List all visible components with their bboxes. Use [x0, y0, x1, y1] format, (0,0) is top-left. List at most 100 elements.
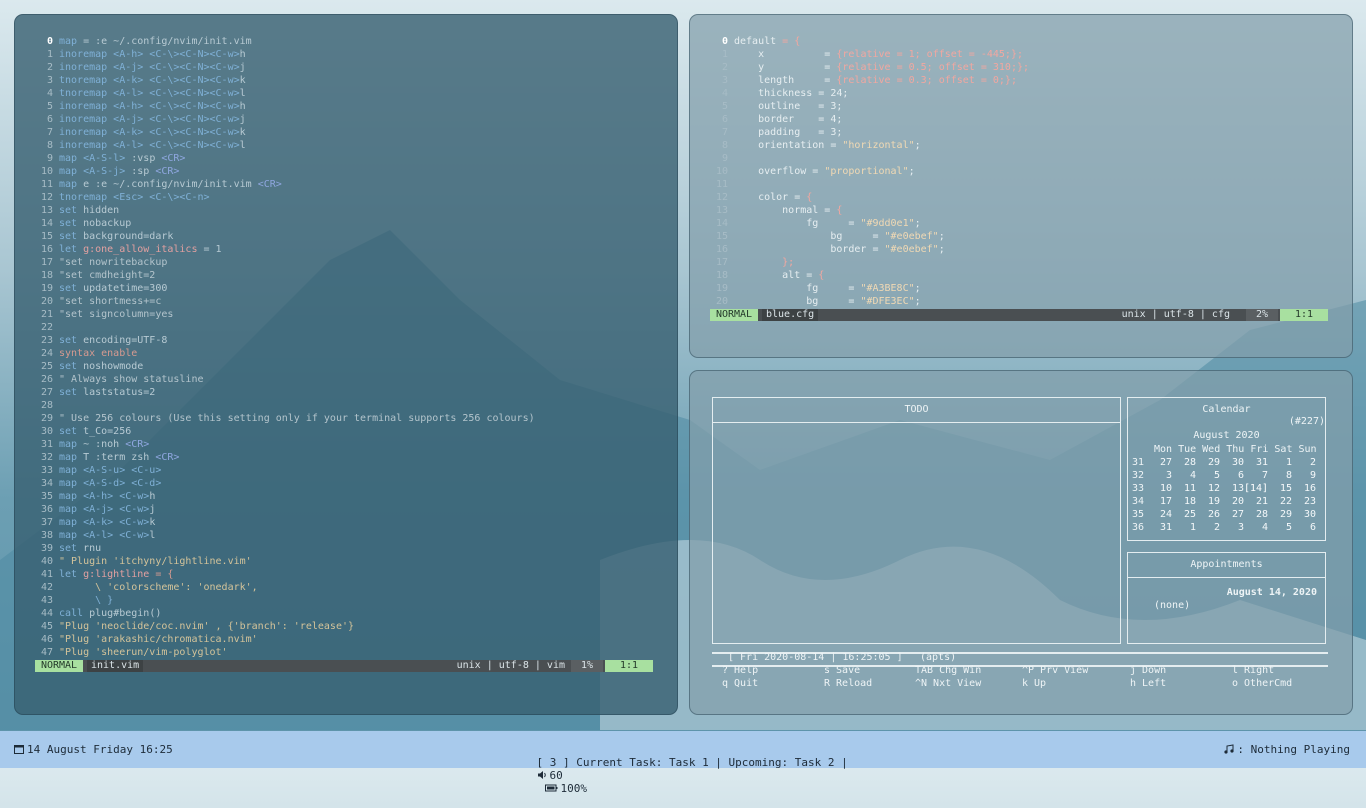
- code-line[interactable]: 4 tnoremap <A-l> <C-\><C-N><C-w>l: [35, 87, 657, 100]
- calendar-day[interactable]: 3: [1148, 469, 1172, 482]
- code-line[interactable]: 33 map <A-S-u> <C-u>: [35, 464, 657, 477]
- clock-widget[interactable]: 14 August Friday 16:25: [14, 743, 173, 756]
- code-line[interactable]: 35 map <A-h> <C-w>h: [35, 490, 657, 503]
- calendar-day[interactable]: 12: [1196, 482, 1220, 495]
- calendar-day[interactable]: 31: [1148, 521, 1172, 534]
- code-line[interactable]: 13 set hidden: [35, 204, 657, 217]
- calendar-day[interactable]: 30: [1292, 508, 1316, 521]
- code-line[interactable]: 16 let g:one_allow_italics = 1: [35, 243, 657, 256]
- calendar-day[interactable]: 18: [1172, 495, 1196, 508]
- music-widget[interactable]: : Nothing Playing: [1224, 743, 1350, 756]
- code-line[interactable]: 15 set background=dark: [35, 230, 657, 243]
- code-line[interactable]: 46 "Plug 'arakashic/chromatica.nvim': [35, 633, 657, 646]
- calendar-day[interactable]: 6: [1292, 521, 1316, 534]
- code-line[interactable]: 14 fg = "#9dd0e1";: [710, 217, 1332, 230]
- code-line[interactable]: 43 \ }: [35, 594, 657, 607]
- code-line[interactable]: 8 orientation = "horizontal";: [710, 139, 1332, 152]
- calendar-panel[interactable]: Calendar (#227) August 2020 Mon Tue Wed …: [1127, 397, 1326, 541]
- code-line[interactable]: 18 "set cmdheight=2: [35, 269, 657, 282]
- calendar-day[interactable]: 22: [1268, 495, 1292, 508]
- code-line[interactable]: 2 inoremap <A-j> <C-\><C-N><C-w>j: [35, 61, 657, 74]
- code-line[interactable]: 5 outline = 3;: [710, 100, 1332, 113]
- code-line[interactable]: 13 normal = {: [710, 204, 1332, 217]
- code-line[interactable]: 19 fg = "#A3BE8C";: [710, 282, 1332, 295]
- code-line[interactable]: 29 " Use 256 colours (Use this setting on…: [35, 412, 657, 425]
- calendar-day[interactable]: 25: [1172, 508, 1196, 521]
- code-line[interactable]: 23 set encoding=UTF-8: [35, 334, 657, 347]
- appointments-panel[interactable]: Appointments August 14, 2020 (none): [1127, 552, 1326, 644]
- code-line[interactable]: 24 syntax enable: [35, 347, 657, 360]
- code-line[interactable]: 42 \ 'colorscheme': 'onedark',: [35, 581, 657, 594]
- calendar-day[interactable]: 28: [1172, 456, 1196, 469]
- calendar-day[interactable]: 13: [1220, 482, 1244, 495]
- code-line[interactable]: 38 map <A-l> <C-w>l: [35, 529, 657, 542]
- calendar-day[interactable]: 1: [1268, 456, 1292, 469]
- code-line[interactable]: 3 length = {relative = 0.3; offset = 0;}…: [710, 74, 1332, 87]
- code-line[interactable]: 2 y = {relative = 0.5; offset = 310;};: [710, 61, 1332, 74]
- calendar-day[interactable]: 17: [1148, 495, 1172, 508]
- calendar-day[interactable]: 2: [1196, 521, 1220, 534]
- code-line[interactable]: 20 "set shortmess+=c: [35, 295, 657, 308]
- code-line[interactable]: 5 inoremap <A-h> <C-\><C-N><C-w>h: [35, 100, 657, 113]
- code-line[interactable]: 12 color = {: [710, 191, 1332, 204]
- code-line[interactable]: 21 "set signcolumn=yes: [35, 308, 657, 321]
- calendar-day[interactable]: 26: [1196, 508, 1220, 521]
- calendar-day[interactable]: 9: [1292, 469, 1316, 482]
- code-line[interactable]: 9: [710, 152, 1332, 165]
- calendar-day[interactable]: 20: [1220, 495, 1244, 508]
- code-line[interactable]: 15 bg = "#e0ebef";: [710, 230, 1332, 243]
- calendar-day[interactable]: 19: [1196, 495, 1220, 508]
- code-line[interactable]: 22: [35, 321, 657, 334]
- code-line[interactable]: 27 set laststatus=2: [35, 386, 657, 399]
- calendar-day[interactable]: 6: [1220, 469, 1244, 482]
- code-line[interactable]: 25 set noshowmode: [35, 360, 657, 373]
- calendar-day[interactable]: 15: [1268, 482, 1292, 495]
- calendar-day[interactable]: 7: [1244, 469, 1268, 482]
- code-line[interactable]: 19 set updatetime=300: [35, 282, 657, 295]
- calendar-day[interactable]: 11: [1172, 482, 1196, 495]
- calcurse-window[interactable]: TODO Calendar (#227) August 2020 Mon Tue…: [689, 370, 1353, 715]
- code-line[interactable]: 3 tnoremap <A-k> <C-\><C-N><C-w>k: [35, 74, 657, 87]
- calendar-day[interactable]: 29: [1268, 508, 1292, 521]
- editor-buffer[interactable]: 0 default = {1 x = {relative = 1; offset …: [710, 35, 1332, 308]
- calendar-day[interactable]: 24: [1148, 508, 1172, 521]
- code-line[interactable]: 12 tnoremap <Esc> <C-\><C-n>: [35, 191, 657, 204]
- code-line[interactable]: 4 thickness = 24;: [710, 87, 1332, 100]
- code-line[interactable]: 26 " Always show statusline: [35, 373, 657, 386]
- calendar-day[interactable]: 10: [1148, 482, 1172, 495]
- code-line[interactable]: 1 x = {relative = 1; offset = -445;};: [710, 48, 1332, 61]
- code-line[interactable]: 28: [35, 399, 657, 412]
- code-line[interactable]: 0 default = {: [710, 35, 1332, 48]
- calendar-day[interactable]: 16: [1292, 482, 1316, 495]
- calendar-day[interactable]: 27: [1148, 456, 1172, 469]
- nvim-window-init[interactable]: 0 map = :e ~/.config/nvim/init.vim 1 inorem…: [14, 14, 678, 715]
- calendar-day[interactable]: [14]: [1244, 482, 1268, 495]
- calendar-day[interactable]: 30: [1220, 456, 1244, 469]
- calendar-day[interactable]: 3: [1220, 521, 1244, 534]
- calendar-day[interactable]: 23: [1292, 495, 1316, 508]
- code-line[interactable]: 31 map ~ :noh <CR>: [35, 438, 657, 451]
- code-line[interactable]: 14 set nobackup: [35, 217, 657, 230]
- code-line[interactable]: 7 inoremap <A-k> <C-\><C-N><C-w>k: [35, 126, 657, 139]
- editor-buffer[interactable]: 0 map = :e ~/.config/nvim/init.vim 1 inorem…: [35, 35, 657, 659]
- code-line[interactable]: 32 map T :term zsh <CR>: [35, 451, 657, 464]
- code-line[interactable]: 30 set t_Co=256: [35, 425, 657, 438]
- code-line[interactable]: 37 map <A-k> <C-w>k: [35, 516, 657, 529]
- calendar-day[interactable]: 4: [1244, 521, 1268, 534]
- calendar-day[interactable]: 31: [1244, 456, 1268, 469]
- calendar-day[interactable]: 27: [1220, 508, 1244, 521]
- code-line[interactable]: 10 overflow = "proportional";: [710, 165, 1332, 178]
- code-line[interactable]: 6 border = 4;: [710, 113, 1332, 126]
- calendar-day[interactable]: 8: [1268, 469, 1292, 482]
- volume-icon[interactable]: [537, 770, 547, 780]
- code-line[interactable]: 11: [710, 178, 1332, 191]
- code-line[interactable]: 41 let g:lightline = {: [35, 568, 657, 581]
- code-line[interactable]: 36 map <A-j> <C-w>j: [35, 503, 657, 516]
- code-line[interactable]: 17 };: [710, 256, 1332, 269]
- calendar-day[interactable]: 21: [1244, 495, 1268, 508]
- calendar-day[interactable]: 2: [1292, 456, 1316, 469]
- calendar-day[interactable]: 1: [1172, 521, 1196, 534]
- calendar-day[interactable]: 4: [1172, 469, 1196, 482]
- nvim-window-cfg[interactable]: 0 default = {1 x = {relative = 1; offset …: [689, 14, 1353, 358]
- code-line[interactable]: 11 map e :e ~/.config/nvim/init.vim <CR>: [35, 178, 657, 191]
